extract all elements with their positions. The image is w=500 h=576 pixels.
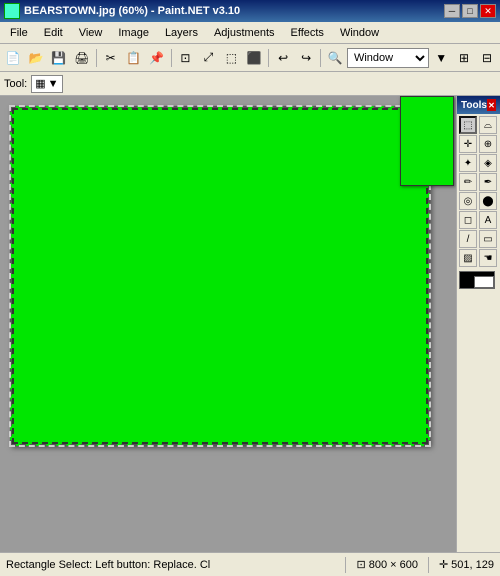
zoom-in-button[interactable]: ▼ (430, 47, 452, 69)
menu-item-effects[interactable]: Effects (283, 22, 332, 44)
resize-button[interactable]: ⤢ (197, 47, 219, 69)
close-button[interactable]: ✕ (480, 4, 496, 18)
clone-stamp-tool[interactable]: ◎ (459, 192, 477, 210)
status-divider-2 (428, 557, 429, 573)
canvas-wrapper (10, 106, 430, 446)
tool-selector-icon: ▦ (35, 77, 45, 90)
secondary-color[interactable] (474, 276, 494, 288)
tools-grid: ⬚ ⌓ ✛ ⊕ ✦ ◈ ✏ ✒ ◎ ⬤ ◻ A / ▭ ▨ ☚ (457, 114, 500, 269)
lasso-tool[interactable]: ⌓ (479, 116, 497, 134)
actual-size-button[interactable]: ⊟ (476, 47, 498, 69)
title-bar-left: BEARSTOWN.jpg (60%) - Paint.NET v3.10 (4, 3, 240, 19)
deselect-button[interactable]: ⬚ (220, 47, 242, 69)
recolor-tool[interactable]: ⬤ (479, 192, 497, 210)
status-text: Rectangle Select: Left button: Replace. … (6, 559, 335, 571)
primary-color[interactable] (459, 271, 495, 289)
status-dimensions: ⊡ 800 × 600 (356, 558, 417, 571)
title-controls[interactable]: ─ □ ✕ (444, 4, 496, 18)
toolbar-separator-1 (96, 49, 97, 67)
window-title: BEARSTOWN.jpg (60%) - Paint.NET v3.10 (24, 5, 240, 17)
fit-button[interactable]: ⊞ (453, 47, 475, 69)
main-area: Tools ✕ ⬚ ⌓ ✛ ⊕ ✦ ◈ ✏ ✒ ◎ ⬤ ◻ A / ▭ ▨ ☚ (0, 96, 500, 552)
image-canvas[interactable] (10, 106, 430, 446)
maximize-button[interactable]: □ (462, 4, 478, 18)
tool-options-row: Tool: ▦ ▼ (0, 72, 500, 96)
title-bar: BEARSTOWN.jpg (60%) - Paint.NET v3.10 ─ … (0, 0, 500, 22)
magic-wand-tool[interactable]: ✦ (459, 154, 477, 172)
pencil-tool[interactable]: ✒ (479, 173, 497, 191)
menu-item-window[interactable]: Window (332, 22, 387, 44)
toolbar-separator-2 (171, 49, 172, 67)
redo-button[interactable]: ↪ (295, 47, 317, 69)
paint-bucket-tool[interactable]: ◈ (479, 154, 497, 172)
menu-item-layers[interactable]: Layers (157, 22, 206, 44)
line-tool[interactable]: / (459, 230, 477, 248)
eraser-tool[interactable]: ◻ (459, 211, 477, 229)
tools-panel-titlebar: Tools ✕ (457, 96, 500, 114)
status-bar: Rectangle Select: Left button: Replace. … (0, 552, 500, 576)
tools-panel-title: Tools (461, 100, 487, 111)
hand-tool[interactable]: ☚ (479, 249, 497, 267)
minimize-button[interactable]: ─ (444, 4, 460, 18)
zoom-tool[interactable]: ⊕ (479, 135, 497, 153)
open-button[interactable]: 📂 (25, 47, 47, 69)
tool-label: Tool: (4, 78, 27, 90)
shapes-tool[interactable]: ▭ (479, 230, 497, 248)
menu-item-edit[interactable]: Edit (36, 22, 71, 44)
pos-value: 501, 129 (451, 559, 494, 571)
crop-button[interactable]: ⊡ (174, 47, 196, 69)
tool-selector[interactable]: ▦ ▼ (31, 75, 62, 93)
paste-button[interactable]: 📌 (146, 47, 168, 69)
cut-button[interactable]: ✂ (100, 47, 122, 69)
toolbar: 📄 📂 💾 🖨 ✂ 📋 📌 ⊡ ⤢ ⬚ ⬛ ↩ ↪ 🔍 Window ▼ ⊞ ⊟ (0, 44, 500, 72)
gradient-tool[interactable]: ▨ (459, 249, 477, 267)
paintbrush-tool[interactable]: ✏ (459, 173, 477, 191)
new-button[interactable]: 📄 (2, 47, 24, 69)
dims-icon: ⊡ (356, 558, 365, 571)
status-position: ✛ 501, 129 (439, 558, 494, 571)
dims-value: 800 × 600 (369, 559, 418, 571)
toolbar-separator-4 (320, 49, 321, 67)
undo-button[interactable]: ↩ (272, 47, 294, 69)
tools-panel: Tools ✕ ⬚ ⌓ ✛ ⊕ ✦ ◈ ✏ ✒ ◎ ⬤ ◻ A / ▭ ▨ ☚ (456, 96, 500, 552)
app-icon (4, 3, 20, 19)
window-dropdown[interactable]: Window (347, 48, 429, 68)
zoom-out-button[interactable]: 🔍 (324, 47, 346, 69)
text-tool[interactable]: A (479, 211, 497, 229)
menu-item-view[interactable]: View (71, 22, 111, 44)
pos-icon: ✛ (439, 558, 448, 571)
image-thumbnail (400, 96, 454, 186)
color-section (457, 269, 500, 291)
move-tool[interactable]: ✛ (459, 135, 477, 153)
rect-select-tool[interactable]: ⬚ (459, 116, 477, 134)
menu-bar: FileEditViewImageLayersAdjustmentsEffect… (0, 22, 500, 44)
tool-selector-arrow: ▼ (48, 78, 59, 90)
tools-panel-close[interactable]: ✕ (487, 99, 496, 111)
invert-sel-button[interactable]: ⬛ (243, 47, 265, 69)
copy-button[interactable]: 📋 (123, 47, 145, 69)
toolbar-separator-3 (268, 49, 269, 67)
save-button[interactable]: 💾 (48, 47, 70, 69)
status-divider-1 (345, 557, 346, 573)
menu-item-file[interactable]: File (2, 22, 36, 44)
menu-item-adjustments[interactable]: Adjustments (206, 22, 283, 44)
print-button[interactable]: 🖨 (71, 47, 93, 69)
canvas-area[interactable] (0, 96, 456, 552)
menu-item-image[interactable]: Image (110, 22, 157, 44)
